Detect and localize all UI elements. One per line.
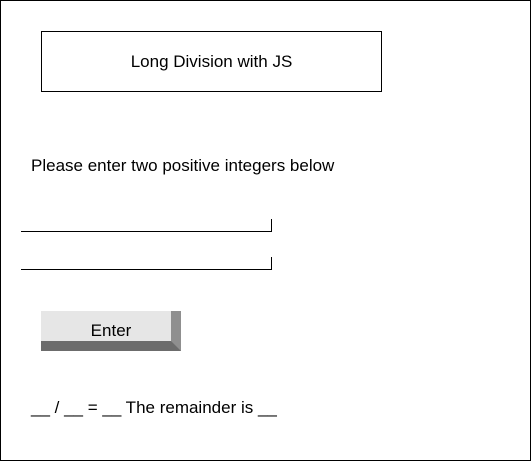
divisor-input[interactable] (21, 257, 272, 270)
enter-button[interactable]: Enter (41, 311, 181, 351)
instructions-text: Please enter two positive integers below (31, 156, 335, 175)
app-frame: Long Division with JS Please enter two p… (0, 0, 531, 461)
enter-button-label: Enter (90, 321, 132, 340)
page-title-box: Long Division with JS (41, 31, 382, 92)
dividend-input[interactable] (21, 219, 272, 232)
result-text: __ / __ = __ The remainder is __ (31, 398, 277, 417)
page-title: Long Division with JS (130, 51, 293, 71)
